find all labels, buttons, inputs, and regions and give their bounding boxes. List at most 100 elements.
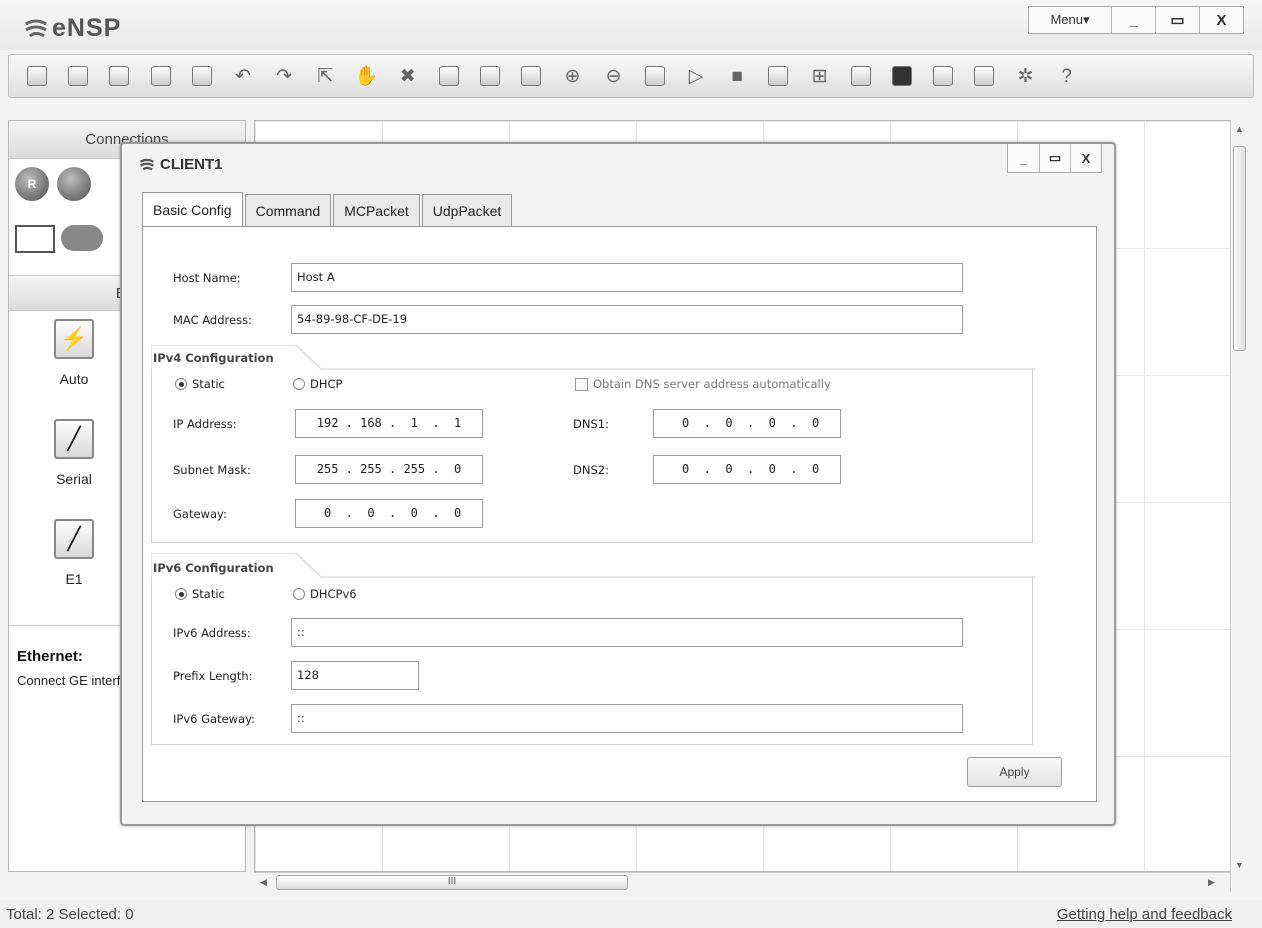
scroll-down-icon[interactable]: ▼ (1235, 860, 1244, 870)
delete-icon[interactable]: ✖ (392, 60, 424, 92)
apply-button[interactable]: Apply (967, 757, 1062, 787)
undo-icon[interactable]: ↶ (227, 60, 259, 92)
ipv4-static-radio[interactable]: Static (175, 377, 225, 391)
tab-bar: Basic Config Command MCPacket UdpPacket (142, 192, 514, 226)
topology-icon[interactable]: ⊞ (804, 60, 836, 92)
tab-udppacket[interactable]: UdpPacket (421, 194, 513, 226)
title-bar: eNSP Menu▾ _ ▭ X (0, 0, 1262, 50)
rectangle-icon[interactable] (515, 60, 547, 92)
huawei-icon[interactable] (968, 60, 1000, 92)
ipv6-address-field[interactable]: :: (291, 618, 963, 647)
dialog-minimize-button[interactable]: _ (1008, 144, 1039, 172)
dns2-field[interactable]: 0 . 0 . 0 . 0 (653, 455, 841, 484)
save-as-icon[interactable] (145, 60, 177, 92)
switch-icon[interactable] (57, 167, 91, 201)
ensp-logo-icon (140, 158, 154, 170)
ipv6-section-title: IPv6 Configuration (153, 561, 274, 575)
mac-address-field[interactable]: 54-89-98-CF-DE-19 (291, 305, 963, 334)
stop-icon[interactable]: ■ (721, 60, 753, 92)
start-icon[interactable]: ▷ (680, 60, 712, 92)
capture-icon[interactable] (762, 60, 794, 92)
dns1-label: DNS1: (573, 417, 609, 431)
scroll-left-icon[interactable]: ◀ (260, 877, 267, 888)
radio-label: Static (192, 377, 225, 391)
fit-icon[interactable] (639, 60, 671, 92)
host-name-label: Host Name: (173, 271, 241, 285)
ipv4-section-title: IPv4 Configuration (153, 351, 274, 365)
radio-label: Static (192, 587, 225, 601)
vertical-scroll-thumb[interactable] (1233, 146, 1246, 351)
delete-link-icon[interactable] (433, 60, 465, 92)
window-controls: Menu▾ _ ▭ X (1028, 6, 1244, 34)
ensp-logo-icon (25, 19, 47, 38)
tab-mcpacket[interactable]: MCPacket (333, 194, 420, 226)
toolbar: ↶ ↷ ⇱ ✋ ✖ ⊕ ⊖ ▷ ■ ⊞ ✲ ? (8, 54, 1254, 98)
status-bar: Total: 2 Selected: 0 Getting help and fe… (0, 900, 1262, 928)
app-title: eNSP (52, 14, 122, 42)
dialog-close-button[interactable]: X (1070, 144, 1101, 172)
save-icon[interactable] (103, 60, 135, 92)
ipv6-gateway-label: IPv6 Gateway: (173, 712, 255, 726)
menu-button[interactable]: Menu▾ (1029, 7, 1111, 33)
radio-label: DHCPv6 (310, 587, 357, 601)
maximize-button[interactable]: ▭ (1155, 7, 1199, 33)
subnet-mask-field[interactable]: 255 . 255 . 255 . 0 (295, 455, 483, 484)
pc-icon[interactable] (15, 225, 55, 253)
ipv6-dhcp-radio[interactable]: DHCPv6 (293, 587, 357, 601)
dialog-title: CLIENT1 (138, 156, 223, 173)
radio-unselected-icon (293, 378, 305, 390)
print-icon[interactable] (186, 60, 218, 92)
e1-cable-icon: ╱ (54, 519, 94, 559)
ipv6-gateway-field[interactable]: :: (291, 704, 963, 733)
cloud-icon[interactable] (61, 225, 103, 251)
checkbox-label: Obtain DNS server address automatically (593, 377, 831, 391)
radio-selected-icon (175, 378, 187, 390)
ipv6-static-radio[interactable]: Static (175, 587, 225, 601)
subnet-mask-label: Subnet Mask: (173, 463, 251, 477)
lightning-icon: ⚡ (54, 319, 94, 359)
prefix-length-field[interactable]: 128 (291, 661, 419, 690)
gateway-field[interactable]: 0 . 0 . 0 . 0 (295, 499, 483, 528)
router-icon[interactable]: R (15, 167, 49, 201)
grid-icon[interactable] (845, 60, 877, 92)
text-icon[interactable] (474, 60, 506, 92)
scroll-right-icon[interactable]: ▶ (1208, 877, 1215, 888)
dialog-maximize-button[interactable]: ▭ (1039, 144, 1070, 172)
help-icon[interactable]: ? (1051, 60, 1083, 92)
horizontal-scroll-thumb[interactable]: III (276, 875, 628, 890)
chat-icon[interactable] (927, 60, 959, 92)
zoom-out-icon[interactable]: ⊖ (598, 60, 630, 92)
new-topology-icon[interactable] (21, 60, 53, 92)
serial-cable-icon: ╱ (54, 419, 94, 459)
ip-address-field[interactable]: 192 . 168 . 1 . 1 (295, 409, 483, 438)
screen-icon[interactable] (886, 60, 918, 92)
ipv4-dhcp-radio[interactable]: DHCP (293, 377, 342, 391)
vertical-scrollbar[interactable]: ▲ ▼ (1230, 120, 1248, 892)
dns1-field[interactable]: 0 . 0 . 0 . 0 (653, 409, 841, 438)
tab-command[interactable]: Command (244, 194, 332, 226)
ipv6-address-label: IPv6 Address: (173, 626, 251, 640)
selection-status: Total: 2 Selected: 0 (6, 905, 134, 923)
ip-address-label: IP Address: (173, 417, 237, 431)
pan-icon[interactable]: ✋ (351, 60, 383, 92)
redo-icon[interactable]: ↷ (268, 60, 300, 92)
dns2-label: DNS2: (573, 463, 609, 477)
dns-auto-checkbox[interactable]: Obtain DNS server address automatically (575, 377, 831, 391)
dialog-window-controls: _ ▭ X (1007, 144, 1102, 173)
gateway-label: Gateway: (173, 507, 227, 521)
settings-icon[interactable]: ✲ (1010, 60, 1042, 92)
scroll-up-icon[interactable]: ▲ (1235, 124, 1244, 134)
select-icon[interactable]: ⇱ (309, 60, 341, 92)
client-config-dialog: CLIENT1 _ ▭ X Basic Config Command MCPac… (120, 142, 1116, 826)
horizontal-scrollbar[interactable]: ◀ III ▶ (254, 872, 1230, 892)
device-row: R (15, 167, 99, 201)
prefix-length-label: Prefix Length: (173, 669, 253, 683)
host-name-field[interactable]: Host A (291, 263, 963, 292)
open-icon[interactable] (62, 60, 94, 92)
close-button[interactable]: X (1199, 7, 1243, 33)
minimize-button[interactable]: _ (1111, 7, 1155, 33)
device-row (15, 225, 103, 253)
zoom-in-icon[interactable]: ⊕ (556, 60, 588, 92)
tab-basic-config[interactable]: Basic Config (142, 192, 243, 226)
help-feedback-link[interactable]: Getting help and feedback (1057, 906, 1232, 923)
